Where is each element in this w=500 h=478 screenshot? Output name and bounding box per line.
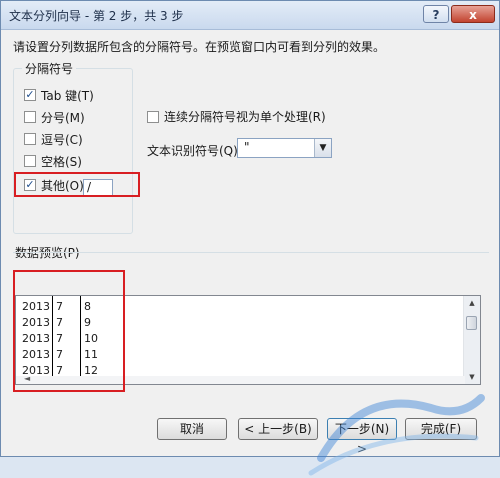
delimiters-group-title: 分隔符号	[22, 60, 77, 77]
help-button[interactable]: ?	[423, 5, 449, 23]
scroll-thumb[interactable]	[466, 316, 477, 330]
chevron-down-icon[interactable]: ▼	[314, 139, 331, 157]
consecutive-checkbox[interactable]	[147, 110, 159, 123]
text-qualifier-label: 文本识别符号(Q):	[147, 144, 242, 158]
close-button[interactable]: x	[451, 5, 495, 23]
text-qualifier-select[interactable]: " ▼	[237, 138, 332, 158]
preview-divider	[13, 252, 489, 253]
scroll-down-icon[interactable]: ▼	[464, 370, 480, 384]
space-checkbox[interactable]	[24, 155, 36, 167]
tab-checkbox-row[interactable]: ✓ Tab 键(T)	[24, 87, 94, 103]
space-checkbox-row[interactable]: 空格(S)	[24, 153, 82, 169]
title-bar: 文本分列向导 - 第 2 步，共 3 步 ? x	[1, 1, 499, 30]
scroll-up-icon[interactable]: ▲	[464, 296, 480, 310]
comma-checkbox-row[interactable]: 逗号(C)	[24, 131, 83, 147]
back-button[interactable]: < 上一步(B)	[238, 418, 318, 440]
space-label: 空格(S)	[41, 154, 82, 169]
semicolon-checkbox[interactable]	[24, 111, 36, 123]
instruction-text: 请设置分列数据所包含的分隔符号。在预览窗口内可看到分列的效果。	[13, 40, 386, 54]
other-highlight-annotation	[14, 172, 140, 197]
semicolon-checkbox-row[interactable]: 分号(M)	[24, 109, 85, 125]
comma-checkbox[interactable]	[24, 133, 36, 145]
finish-button[interactable]: 完成(F)	[405, 418, 477, 440]
text-import-wizard-window: 文本分列向导 - 第 2 步，共 3 步 ? x 请设置分列数据所包含的分隔符号…	[0, 0, 500, 476]
tab-checkbox[interactable]: ✓	[24, 89, 36, 101]
next-button[interactable]: 下一步(N) >	[327, 418, 397, 456]
preview-vertical-scrollbar[interactable]: ▲ ▼	[463, 296, 480, 384]
semicolon-label: 分号(M)	[41, 110, 85, 125]
text-qualifier-value: "	[244, 140, 250, 154]
comma-label: 逗号(C)	[41, 132, 83, 147]
cancel-button[interactable]: 取消	[157, 418, 227, 440]
window-title: 文本分列向导 - 第 2 步，共 3 步	[9, 9, 184, 23]
tab-label: Tab 键(T)	[41, 88, 94, 103]
dialog-content: 请设置分列数据所包含的分隔符号。在预览窗口内可看到分列的效果。 分隔符号 ✓ T…	[1, 30, 499, 476]
delimiters-group: 分隔符号 ✓ Tab 键(T) 分号(M) 逗号(C) 空格(S) ✓ 其他(O…	[13, 60, 133, 234]
consecutive-delimiters-row[interactable]: 连续分隔符号视为单个处理(R)	[147, 108, 326, 125]
preview-highlight-annotation	[13, 270, 125, 392]
consecutive-label: 连续分隔符号视为单个处理(R)	[164, 110, 326, 124]
